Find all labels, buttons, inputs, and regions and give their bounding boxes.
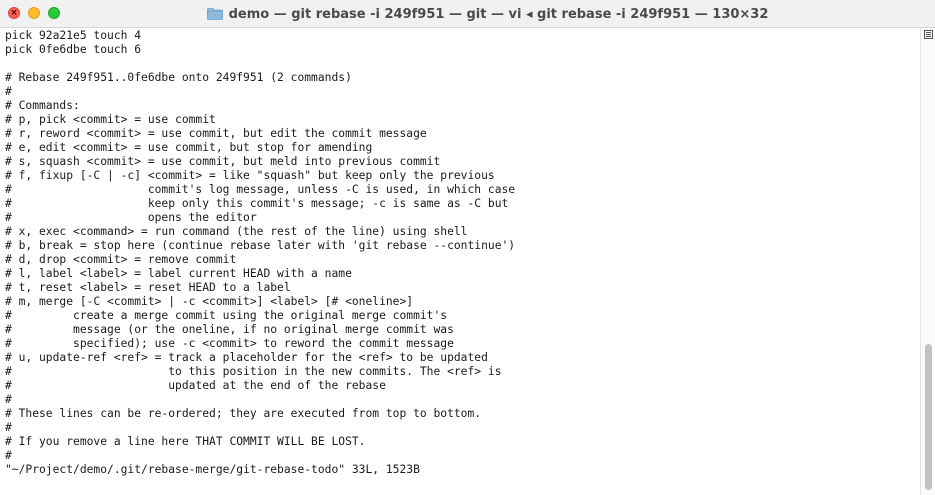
terminal-line: # message (or the oneline, if no origina… bbox=[5, 323, 454, 336]
terminal-line: # If you remove a line here THAT COMMIT … bbox=[5, 435, 366, 448]
terminal-line: # f, fixup [-C | -c] <commit> = like "sq… bbox=[5, 169, 495, 182]
folder-icon bbox=[206, 8, 223, 20]
terminal-line: # x, exec <command> = run command (the r… bbox=[5, 225, 468, 238]
terminal-content[interactable]: pick 92a21e5 touch 4 pick 0fe6dbe touch … bbox=[0, 28, 920, 495]
terminal-line: # updated at the end of the rebase bbox=[5, 379, 386, 392]
terminal-line: # p, pick <commit> = use commit bbox=[5, 113, 216, 126]
terminal-line: # to this position in the new commits. T… bbox=[5, 365, 502, 378]
terminal-line: pick 0fe6dbe touch 6 bbox=[5, 43, 142, 56]
terminal-line: # bbox=[5, 393, 12, 406]
terminal-line: # specified); use -c <commit> to reword … bbox=[5, 337, 454, 350]
window-title: demo — git rebase -i 249f951 — git — vi … bbox=[228, 6, 769, 22]
terminal-line: # Rebase 249f951..0fe6dbe onto 249f951 (… bbox=[5, 71, 352, 84]
terminal-line: # Commands: bbox=[5, 99, 80, 112]
terminal-line: # e, edit <commit> = use commit, but sto… bbox=[5, 141, 373, 154]
terminal-line: # bbox=[5, 449, 12, 462]
terminal-line: # These lines can be re-ordered; they ar… bbox=[5, 407, 482, 420]
terminal-line: # keep only this commit's message; -c is… bbox=[5, 197, 509, 210]
terminal-line: # r, reword <commit> = use commit, but e… bbox=[5, 127, 427, 140]
terminal-line: # d, drop <commit> = remove commit bbox=[5, 253, 237, 266]
terminal-line: # m, merge [-C <commit> | -c <commit>] <… bbox=[5, 295, 414, 308]
window-title-area: demo — git rebase -i 249f951 — git — vi … bbox=[0, 0, 935, 28]
terminal-window: × demo — git rebase -i 249f951 — git — v… bbox=[0, 0, 935, 495]
terminal-line: # bbox=[5, 85, 12, 98]
terminal-line: # l, label <label> = label current HEAD … bbox=[5, 267, 352, 280]
terminal-line: pick 92a21e5 touch 4 bbox=[5, 29, 142, 42]
scrollbar-thumb[interactable] bbox=[925, 344, 932, 490]
title-bar[interactable]: × demo — git rebase -i 249f951 — git — v… bbox=[0, 0, 935, 28]
terminal-line: # b, break = stop here (continue rebase … bbox=[5, 239, 516, 252]
terminal-line: # create a merge commit using the origin… bbox=[5, 309, 448, 322]
vertical-scrollbar[interactable] bbox=[920, 28, 935, 495]
terminal-line: # commit's log message, unless -C is use… bbox=[5, 183, 516, 196]
terminal-line: # u, update-ref <ref> = track a placehol… bbox=[5, 351, 488, 364]
vi-status-line: "~/Project/demo/.git/rebase-merge/git-re… bbox=[5, 463, 420, 476]
terminal-line: # s, squash <commit> = use commit, but m… bbox=[5, 155, 441, 168]
terminal-line: # bbox=[5, 421, 12, 434]
terminal-line: # t, reset <label> = reset HEAD to a lab… bbox=[5, 281, 291, 294]
list-icon[interactable] bbox=[924, 30, 933, 39]
terminal-line: # opens the editor bbox=[5, 211, 257, 224]
